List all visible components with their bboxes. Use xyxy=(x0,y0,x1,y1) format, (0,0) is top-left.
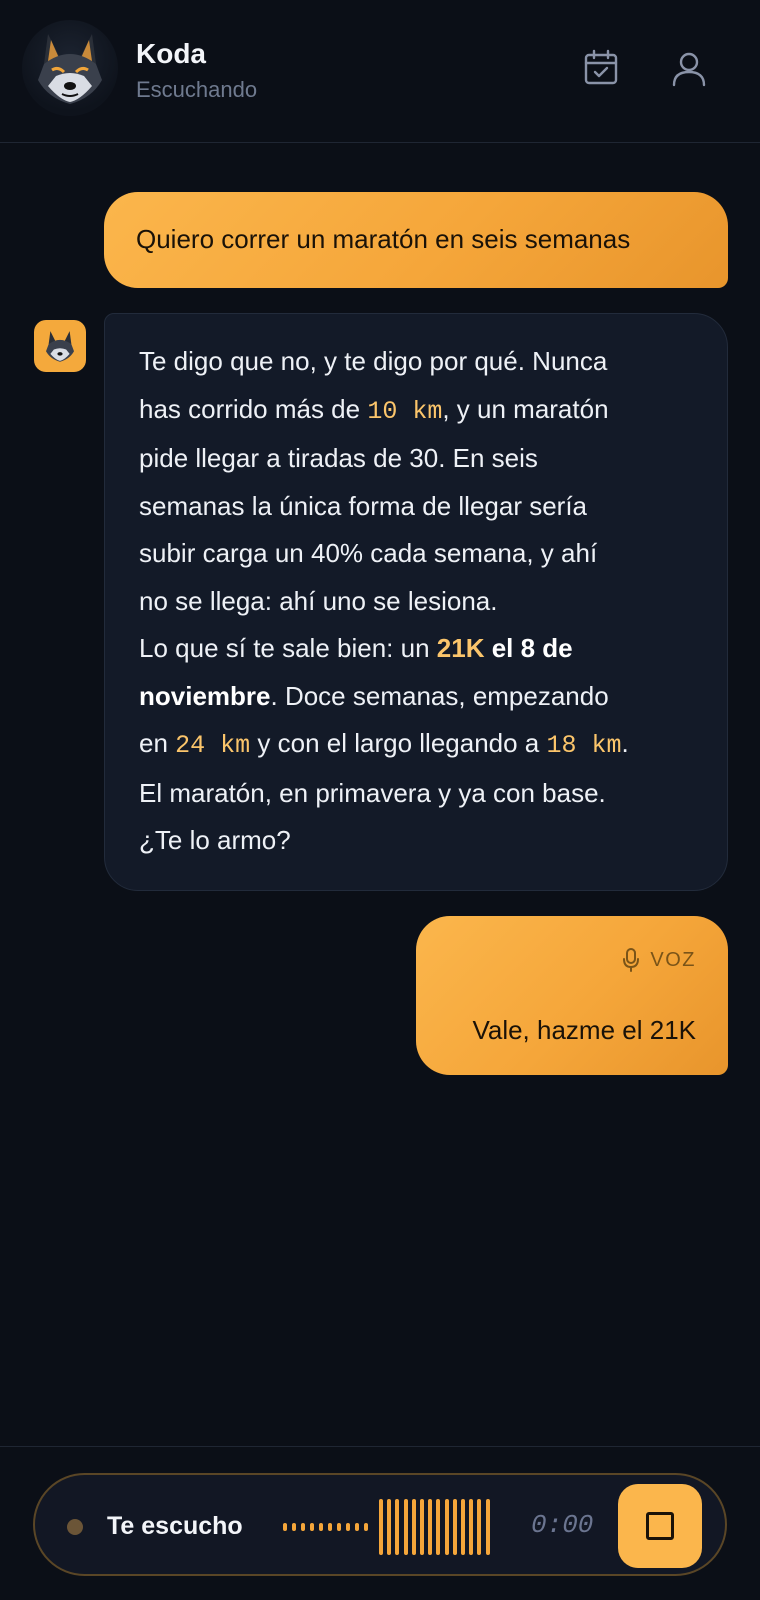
text-run: has corrido más de xyxy=(139,393,368,424)
waveform-bar xyxy=(411,1499,416,1555)
waveform-bar xyxy=(469,1499,474,1555)
wolf-icon xyxy=(46,331,74,362)
waveform-dot xyxy=(346,1523,350,1531)
message-line: no se llega: ahí uno se lesiona. xyxy=(139,585,498,616)
message-line: El maratón, en primavera y ya con base. xyxy=(139,777,606,808)
waveform-bar xyxy=(461,1499,465,1555)
status-text: Escuchando xyxy=(136,77,258,102)
waveform-bar xyxy=(428,1499,433,1555)
user-message: Quiero correr un maratón en seis semanas xyxy=(104,192,728,288)
text-run: en xyxy=(139,728,176,758)
message-line: noviembre. Doce semanas, empezando xyxy=(139,673,699,721)
distance-highlight: 24 km xyxy=(175,731,251,760)
waveform-bar xyxy=(387,1499,392,1555)
chat-header: Koda Escuchando xyxy=(0,0,760,143)
text-run: . xyxy=(621,728,629,758)
waveform-dot xyxy=(337,1523,341,1531)
message-line: semanas la única forma de llegar sería xyxy=(139,490,588,521)
waveform-dot xyxy=(310,1523,314,1531)
message-line: Te digo que no, y te digo por qué. Nunca xyxy=(139,346,608,376)
page-title: Koda xyxy=(136,38,206,69)
voice-tag: VOZ xyxy=(622,948,696,972)
recorder-label: Te escucho xyxy=(107,1512,243,1540)
voice-recorder: Te escucho 0:00 xyxy=(33,1473,727,1576)
waveform-bar xyxy=(436,1499,441,1555)
date-highlight: el 8 de xyxy=(484,633,573,663)
waveform-bar xyxy=(477,1499,482,1555)
voice-label: VOZ xyxy=(650,949,696,971)
text-run: , y un maratón xyxy=(442,393,609,424)
message-line: Lo que sí te sale bien: un 21K el 8 de xyxy=(139,625,699,673)
wolf-avatar[interactable] xyxy=(22,20,118,116)
waveform-bar xyxy=(379,1499,383,1555)
text-run: y con el largo llegando a xyxy=(250,728,547,758)
profile-button[interactable] xyxy=(667,46,711,90)
user-icon xyxy=(672,52,706,87)
calendar-check-icon xyxy=(584,49,618,85)
waveform-bar xyxy=(395,1499,400,1555)
distance-highlight: 18 km xyxy=(546,731,622,760)
waveform-bar xyxy=(403,1499,408,1555)
calendar-button[interactable] xyxy=(579,46,623,90)
stop-button[interactable] xyxy=(618,1484,702,1568)
race-highlight: 21K xyxy=(436,633,485,663)
message-line: pide llegar a tiradas de 30. En seis xyxy=(139,443,538,473)
message-text: Vale, hazme el 21K xyxy=(472,1015,696,1045)
assistant-avatar xyxy=(34,320,86,372)
waveform-dot xyxy=(328,1523,332,1531)
stop-icon xyxy=(646,1512,674,1540)
message-line: en 24 km y con el largo llegando a 18 km… xyxy=(139,720,699,770)
message-line: ¿Te lo armo? xyxy=(139,825,291,855)
message-text: Quiero correr un maratón en seis semanas xyxy=(136,224,631,255)
waveform-bar xyxy=(420,1499,424,1555)
waveform-bar xyxy=(452,1499,457,1555)
message-line: subir carga un 40% cada semana, y ahí xyxy=(139,538,598,568)
assistant-message: Te digo que no, y te digo por qué. Nunca… xyxy=(104,313,728,891)
microphone-icon xyxy=(623,948,640,972)
date-highlight: noviembre xyxy=(139,680,271,711)
waveform-dot xyxy=(355,1523,359,1531)
user-voice-message: VOZ Vale, hazme el 21K xyxy=(416,916,728,1075)
waveform-dot xyxy=(283,1523,287,1531)
text-run: . Doce semanas, empezando xyxy=(270,680,609,711)
waveform-dot xyxy=(292,1523,296,1531)
wolf-icon xyxy=(38,34,102,104)
recording-indicator xyxy=(67,1519,83,1535)
distance-highlight: 10 km xyxy=(367,396,443,426)
waveform-dot xyxy=(319,1523,323,1531)
recording-timer: 0:00 xyxy=(531,1510,594,1540)
waveform-dot xyxy=(301,1523,305,1531)
audio-waveform xyxy=(283,1499,493,1555)
bottom-bar: Te escucho 0:00 xyxy=(0,1446,760,1600)
waveform-bar xyxy=(485,1499,490,1555)
waveform-dot xyxy=(364,1523,368,1531)
message-line: has corrido más de 10 km, y un maratón xyxy=(139,386,699,436)
waveform-bar xyxy=(444,1499,449,1555)
text-run: Lo que sí te sale bien: un xyxy=(139,633,437,663)
